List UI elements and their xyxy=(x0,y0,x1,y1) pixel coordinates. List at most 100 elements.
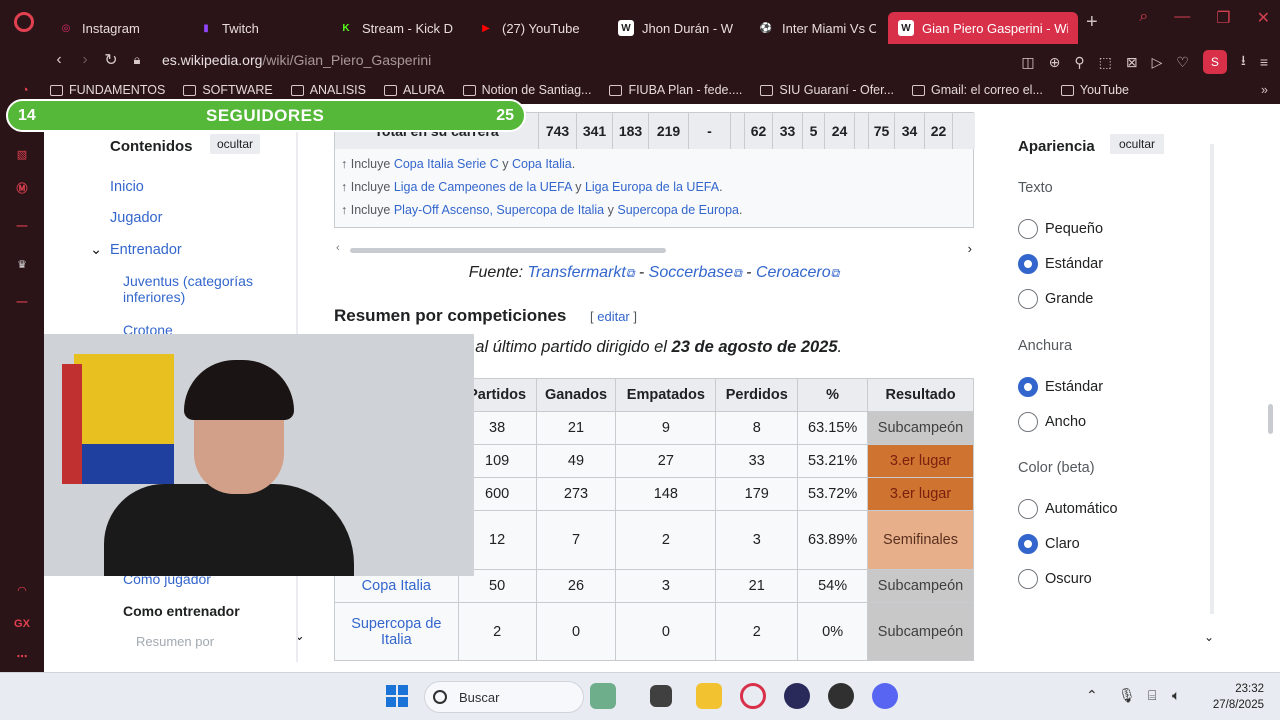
steam-icon[interactable] xyxy=(828,683,854,709)
toc-item-jugador[interactable]: Jugador xyxy=(110,210,162,226)
bookmark-6[interactable]: SIU Guaraní - Ofer... xyxy=(760,83,894,97)
tab-4[interactable]: W Jhon Durán - W xyxy=(608,12,746,44)
bookmark-4[interactable]: Notion de Santiag... xyxy=(462,83,591,97)
ceroacero-link[interactable]: Ceroacero xyxy=(756,264,831,281)
transfermarkt-link[interactable]: Transfermarkt xyxy=(527,264,625,281)
tab-6[interactable]: W Gian Piero Gasperini - Wik xyxy=(888,12,1078,44)
tab-bar: ◎ Instagram ▮ Twitch K Stream - Kick D ▶ (27) Y… xyxy=(0,0,1280,44)
column-header: % xyxy=(797,378,869,412)
bookmark-1[interactable]: SOFTWARE xyxy=(183,83,273,97)
toc-item-como-entrenador[interactable]: Como entrenador xyxy=(123,603,240,619)
competition-link[interactable]: Copa Italia xyxy=(362,578,431,594)
width-radio-0[interactable]: Estándar xyxy=(1018,377,1103,397)
network-icon[interactable]: ⌸ xyxy=(1148,687,1156,704)
history-icon[interactable]: ◠ xyxy=(14,584,30,598)
competition-link[interactable]: Supercopa de Italia xyxy=(351,616,441,648)
folder-icon xyxy=(290,84,304,96)
new-tab-button[interactable]: + xyxy=(1086,11,1098,34)
more-bookmarks-icon[interactable]: » xyxy=(1261,83,1268,97)
flow-icon[interactable]: ▷ xyxy=(1152,54,1163,71)
discord-icon[interactable] xyxy=(872,683,898,709)
table-scrollbar[interactable]: ‹ › xyxy=(334,241,974,256)
tab-2[interactable]: K Stream - Kick D xyxy=(328,12,466,44)
scroll-down-icon[interactable]: ⌄ xyxy=(1204,630,1214,644)
footnote-link[interactable]: Copa Italia xyxy=(512,157,572,171)
toc-item-juventus[interactable]: Juventus (categorías inferiores) xyxy=(123,273,293,305)
appearance-hide-button[interactable]: ocultar xyxy=(1110,134,1165,154)
opera-gx-taskbar-icon[interactable] xyxy=(740,683,766,709)
tray-expand-icon[interactable]: ⌃ xyxy=(1086,687,1098,704)
clock[interactable]: 23:32 27/8/2025 xyxy=(1213,681,1264,713)
soccerbase-link[interactable]: Soccerbase xyxy=(649,264,734,281)
game-app-icon[interactable] xyxy=(590,683,616,709)
zoom-icon[interactable]: ⊕ xyxy=(1049,54,1061,71)
radio-circle-icon xyxy=(1018,412,1038,432)
heart-icon[interactable]: ♡ xyxy=(1176,54,1189,71)
speed-dial-icon[interactable]: ◔ xyxy=(0,83,50,97)
windows-start-icon[interactable] xyxy=(386,685,408,707)
toc-hide-button[interactable]: ocultar xyxy=(210,134,261,154)
bookmark-5[interactable]: FIUBA Plan - fede.... xyxy=(609,83,742,97)
footnote-link[interactable]: Liga de Campeones de la UEFA xyxy=(394,180,572,194)
obs-icon[interactable] xyxy=(784,683,810,709)
follower-goal: 25 xyxy=(496,106,514,124)
close-window-button[interactable]: ✕ xyxy=(1257,8,1270,28)
more-icon[interactable]: ⋯ xyxy=(14,650,30,664)
tab-1[interactable]: ▮ Twitch xyxy=(188,12,326,44)
browser-sidebar: ▧ Ⓜ — ♛ — ◠ GX ⋯ xyxy=(0,104,44,672)
snapshot-icon[interactable]: ⬚ xyxy=(1099,54,1112,71)
maximize-button[interactable]: ❐ xyxy=(1216,8,1230,28)
forward-button[interactable]: › xyxy=(72,51,98,69)
text-size-radio-2[interactable]: Grande xyxy=(1018,289,1093,309)
bookmark-2[interactable]: ANALISIS xyxy=(290,83,366,97)
workspace-icon[interactable]: ▧ xyxy=(14,148,30,162)
bookmark-3[interactable]: ALURA xyxy=(383,83,445,97)
toc-item-entrenador[interactable]: Entrenador xyxy=(110,242,182,258)
pin-icon[interactable]: ⚲ xyxy=(1074,54,1084,71)
footnote-link[interactable]: Liga Europa de la UEFA xyxy=(585,180,719,194)
split-view-icon[interactable]: ◫ xyxy=(1021,54,1034,71)
folder-icon xyxy=(462,84,476,96)
messenger-icon[interactable]: Ⓜ xyxy=(14,180,30,195)
follower-count: 14 xyxy=(18,106,36,124)
color-radio-1[interactable]: Claro xyxy=(1018,534,1080,554)
footnote-link[interactable]: Supercopa de Europa xyxy=(617,203,739,217)
tab-3[interactable]: ▶ (27) YouTube xyxy=(468,12,606,44)
crown-icon[interactable]: ♛ xyxy=(14,258,30,272)
toc-item-inicio[interactable]: Inicio xyxy=(110,179,144,195)
edit-section[interactable]: [ editar ] xyxy=(590,309,637,324)
panel-scrollbar[interactable] xyxy=(1210,144,1214,614)
bookmark-7[interactable]: Gmail: el correo el... xyxy=(912,83,1043,97)
page-scrollbar[interactable] xyxy=(1268,404,1273,434)
taskbar-search[interactable]: Buscar xyxy=(424,681,584,713)
mic-icon[interactable]: 🎙︎ xyxy=(1118,687,1136,704)
tab-0[interactable]: ◎ Instagram xyxy=(48,12,186,44)
profile-avatar[interactable]: S xyxy=(1202,50,1227,74)
back-button[interactable]: ‹ xyxy=(46,51,72,69)
tab-5[interactable]: ⚽ Inter Miami Vs O xyxy=(748,12,886,44)
minimize-button[interactable]: — xyxy=(1174,8,1190,28)
color-radio-2[interactable]: Oscuro xyxy=(1018,569,1092,589)
text-size-radio-0[interactable]: Pequeño xyxy=(1018,219,1103,239)
file-explorer-icon[interactable] xyxy=(696,683,722,709)
search-tabs-icon[interactable]: ⌕ xyxy=(1139,8,1148,28)
menu-icon[interactable]: ≡ xyxy=(1260,54,1268,70)
adblock-icon[interactable]: ⊠ xyxy=(1126,54,1138,71)
bookmark-0[interactable]: FUNDAMENTOS xyxy=(50,83,165,97)
task-view-icon[interactable] xyxy=(650,685,672,707)
download-icon[interactable]: ⭳ xyxy=(1241,50,1246,74)
volume-icon[interactable]: 🔈︎ xyxy=(1172,687,1180,704)
footnote-link[interactable]: Play-Off Ascenso, Supercopa de Italia xyxy=(394,203,604,217)
chevron-down-icon[interactable]: ⌄ xyxy=(90,242,102,258)
footnote-link[interactable]: Copa Italia Serie C xyxy=(394,157,499,171)
bookmark-8[interactable]: YouTube xyxy=(1060,83,1129,97)
toc-item-resumen[interactable]: Resumen por xyxy=(136,634,214,649)
color-radio-0[interactable]: Automático xyxy=(1018,499,1118,519)
width-radio-1[interactable]: Ancho xyxy=(1018,412,1086,432)
text-size-radio-1[interactable]: Estándar xyxy=(1018,254,1103,274)
url-field[interactable]: es.wikipedia.org/wiki/Gian_Piero_Gasperi… xyxy=(162,52,431,68)
gx-icon[interactable]: GX xyxy=(14,618,30,632)
opera-logo-icon[interactable] xyxy=(0,0,48,44)
reload-icon[interactable]: ↻ xyxy=(98,50,124,70)
divider-icon: — xyxy=(16,296,28,308)
